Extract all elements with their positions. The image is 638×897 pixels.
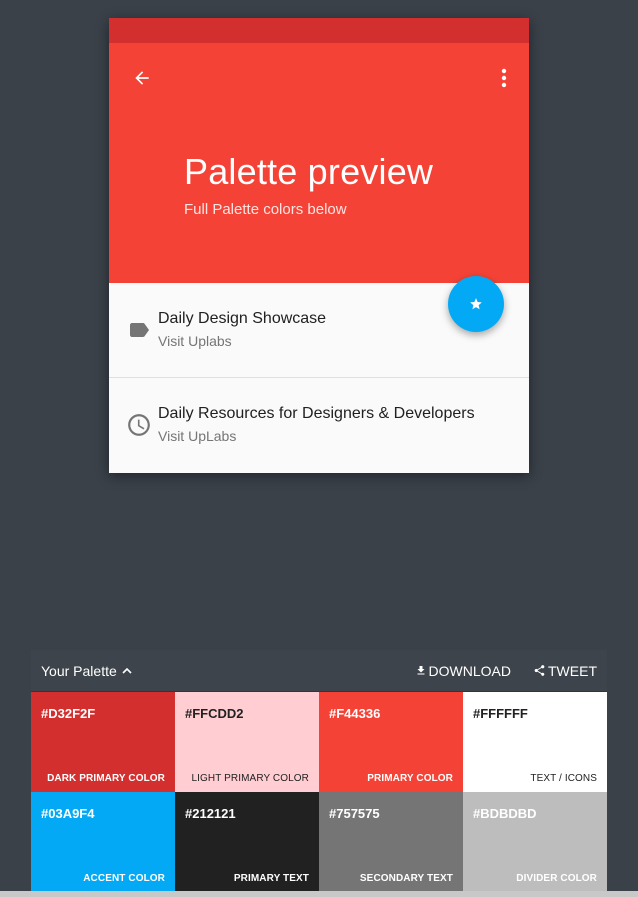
share-icon [534, 665, 545, 676]
list-item-subtitle: Visit UpLabs [158, 428, 237, 444]
more-options-button[interactable] [493, 65, 515, 91]
tweet-button[interactable]: TWEET [533, 663, 597, 679]
color-swatch[interactable]: #FFCDD2 LIGHT PRIMARY COLOR [175, 692, 319, 792]
swatch-hex: #BDBDBD [473, 806, 537, 821]
swatch-hex: #757575 [329, 806, 380, 821]
download-icon [417, 666, 425, 675]
favorite-fab-button[interactable] [448, 276, 504, 332]
chevron-up-icon [122, 667, 132, 674]
status-bar [109, 18, 529, 43]
swatch-hex: #212121 [185, 806, 236, 821]
palette-header: Your Palette DOWNLOAD TWEET [31, 650, 607, 692]
star-icon [470, 298, 482, 310]
app-bar: Palette preview Full Palette colors belo… [109, 43, 529, 332]
color-swatch[interactable]: #03A9F4 ACCENT COLOR [31, 792, 175, 892]
swatch-hex: #D32F2F [41, 706, 96, 721]
bottom-scrollbar [0, 891, 638, 897]
download-button[interactable]: DOWNLOAD [415, 663, 511, 679]
color-swatch[interactable]: #BDBDBD DIVIDER COLOR [463, 792, 607, 892]
page-subtitle: Full Palette colors below [184, 201, 347, 218]
swatch-role: DIVIDER COLOR [516, 873, 597, 884]
label-icon [126, 317, 152, 343]
list-item-subtitle: Visit Uplabs [158, 333, 232, 349]
color-swatch[interactable]: #757575 SECONDARY TEXT [319, 792, 463, 892]
download-label: DOWNLOAD [428, 662, 511, 679]
palette-toggle[interactable]: Your Palette [41, 663, 132, 679]
tweet-label: TWEET [548, 662, 597, 679]
more-vert-icon [501, 68, 507, 88]
swatch-role: LIGHT PRIMARY COLOR [191, 773, 309, 784]
palette-title: Your Palette [41, 662, 117, 679]
swatch-role: TEXT / ICONS [530, 773, 597, 784]
arrow-back-icon [135, 71, 149, 85]
swatch-role: PRIMARY COLOR [367, 773, 453, 784]
color-swatch[interactable]: #F44336 PRIMARY COLOR [319, 692, 463, 792]
list-item-title: Daily Resources for Designers & Develope… [158, 405, 475, 422]
back-button[interactable] [129, 65, 155, 91]
swatch-hex: #FFCDD2 [185, 706, 244, 721]
swatch-role: SECONDARY TEXT [359, 873, 453, 884]
swatch-hex: #03A9F4 [41, 806, 95, 821]
clock-icon [126, 412, 152, 438]
swatch-hex: #F44336 [329, 706, 381, 721]
list-item-title: Daily Design Showcase [158, 310, 327, 327]
swatch-hex: #FFFFFF [473, 706, 528, 721]
palette-preview-phone: Palette preview Full Palette colors belo… [109, 18, 529, 473]
swatch-role: ACCENT COLOR [83, 873, 165, 884]
swatch-role: DARK PRIMARY COLOR [47, 773, 165, 784]
color-swatch[interactable]: #D32F2F DARK PRIMARY COLOR [31, 692, 175, 792]
swatch-role: PRIMARY TEXT [233, 873, 309, 884]
swatch-grid: #D32F2F DARK PRIMARY COLOR #FFCDD2 LIGHT PR… [31, 692, 607, 892]
color-swatch[interactable]: #FFFFFF TEXT / ICONS [463, 692, 607, 792]
page-title: Palette preview [184, 151, 434, 192]
palette-panel: Your Palette DOWNLOAD TWEET #D32F2F DARK … [31, 650, 607, 897]
list-item-daily-resources[interactable]: Daily Resources for Designers & Develope… [109, 378, 529, 472]
color-swatch[interactable]: #212121 PRIMARY TEXT [175, 792, 319, 892]
